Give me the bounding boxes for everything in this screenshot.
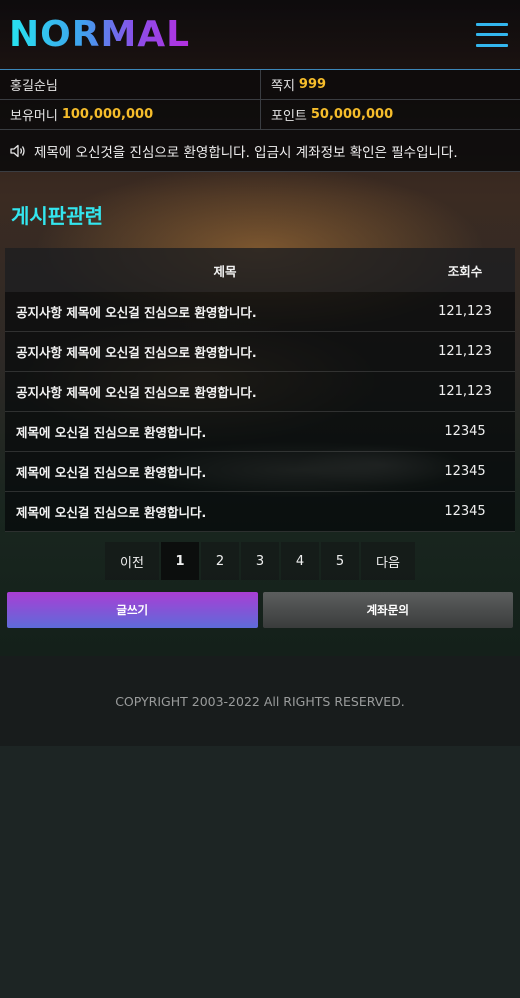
- top-header: NORMAL: [0, 0, 520, 70]
- speaker-icon: [10, 144, 25, 157]
- user-name-text: 홍길순님: [10, 79, 58, 94]
- post-views: 12345: [444, 424, 486, 439]
- post-title[interactable]: 공지사항 제목에 오신걸 진심으로 환영합니다.: [5, 342, 415, 361]
- money-label: 보유머니: [10, 109, 58, 124]
- column-views-header: 조회수: [447, 263, 483, 279]
- footer: COPYRIGHT 2003-2022 All RIGHTS RESERVED.: [0, 656, 520, 746]
- next-page-button[interactable]: 다음: [361, 542, 415, 580]
- messages-link[interactable]: 쪽지 999: [260, 70, 520, 99]
- post-views: 121,123: [438, 304, 492, 319]
- messages-label: 쪽지: [271, 79, 295, 94]
- messages-count: 999: [298, 77, 327, 92]
- write-button[interactable]: 글쓰기: [7, 592, 258, 628]
- post-title[interactable]: 공지사항 제목에 오신걸 진심으로 환영합니다.: [5, 382, 415, 401]
- post-views: 12345: [444, 464, 486, 479]
- table-row[interactable]: 공지사항 제목에 오신걸 진심으로 환영합니다. 121,123: [5, 372, 515, 412]
- table-row[interactable]: 공지사항 제목에 오신걸 진심으로 환영합니다. 121,123: [5, 332, 515, 372]
- user-info-row: 홍길순님 쪽지 999: [0, 70, 520, 100]
- page-1-button[interactable]: 1: [161, 542, 199, 580]
- table-row[interactable]: 제목에 오신걸 진심으로 환영합니다. 12345: [5, 452, 515, 492]
- section-title: 게시판관련: [11, 204, 103, 228]
- board-header: 제목 조회수: [5, 248, 515, 292]
- column-title-header: 제목: [213, 263, 237, 279]
- notice-text: 제목에 오신것을 진심으로 환영합니다. 입금시 계좌정보 확인은 필수입니다.: [34, 144, 458, 161]
- post-views: 121,123: [438, 344, 492, 359]
- table-row[interactable]: 제목에 오신걸 진심으로 환영합니다. 12345: [5, 492, 515, 532]
- site-logo[interactable]: NORMAL: [9, 14, 190, 55]
- table-row[interactable]: 제목에 오신걸 진심으로 환영합니다. 12345: [5, 412, 515, 452]
- hamburger-menu-icon[interactable]: [476, 22, 508, 47]
- page-4-button[interactable]: 4: [281, 542, 319, 580]
- menu-line: [476, 22, 508, 26]
- post-title[interactable]: 제목에 오신걸 진심으로 환영합니다.: [5, 502, 415, 521]
- point-value: 50,000,000: [310, 107, 394, 122]
- post-views: 121,123: [438, 384, 492, 399]
- point-info: 포인트 50,000,000: [260, 100, 520, 129]
- page: NORMAL 홍길순님 쪽지 999 보유머니 100,000,000 포인트 …: [0, 0, 520, 628]
- copyright-text: COPYRIGHT 2003-2022 All RIGHTS RESERVED.: [115, 693, 405, 709]
- menu-line: [476, 43, 508, 47]
- post-views: 12345: [444, 504, 486, 519]
- page-2-button[interactable]: 2: [201, 542, 239, 580]
- notice-bar: 제목에 오신것을 진심으로 환영합니다. 입금시 계좌정보 확인은 필수입니다.: [0, 130, 520, 172]
- table-row[interactable]: 공지사항 제목에 오신걸 진심으로 환영합니다. 121,123: [5, 292, 515, 332]
- pagination: 이전 1 2 3 4 5 다음: [0, 542, 520, 580]
- account-inquiry-button[interactable]: 계좌문의: [262, 592, 513, 628]
- page-5-button[interactable]: 5: [321, 542, 359, 580]
- page-3-button[interactable]: 3: [241, 542, 279, 580]
- menu-line: [476, 33, 508, 36]
- user-balance-row: 보유머니 100,000,000 포인트 50,000,000: [0, 100, 520, 130]
- board-table: 제목 조회수 공지사항 제목에 오신걸 진심으로 환영합니다. 121,123 …: [5, 248, 515, 532]
- user-info-panel: 홍길순님 쪽지 999 보유머니 100,000,000 포인트 50,000,…: [0, 70, 520, 130]
- money-value: 100,000,000: [61, 107, 154, 122]
- prev-page-button[interactable]: 이전: [105, 542, 159, 580]
- point-label: 포인트: [271, 109, 307, 124]
- action-buttons: 글쓰기 계좌문의: [7, 592, 513, 628]
- user-name: 홍길순님: [0, 70, 260, 99]
- post-title[interactable]: 공지사항 제목에 오신걸 진심으로 환영합니다.: [5, 302, 415, 321]
- post-title[interactable]: 제목에 오신걸 진심으로 환영합니다.: [5, 422, 415, 441]
- post-title[interactable]: 제목에 오신걸 진심으로 환영합니다.: [5, 462, 415, 481]
- money-info: 보유머니 100,000,000: [0, 100, 260, 129]
